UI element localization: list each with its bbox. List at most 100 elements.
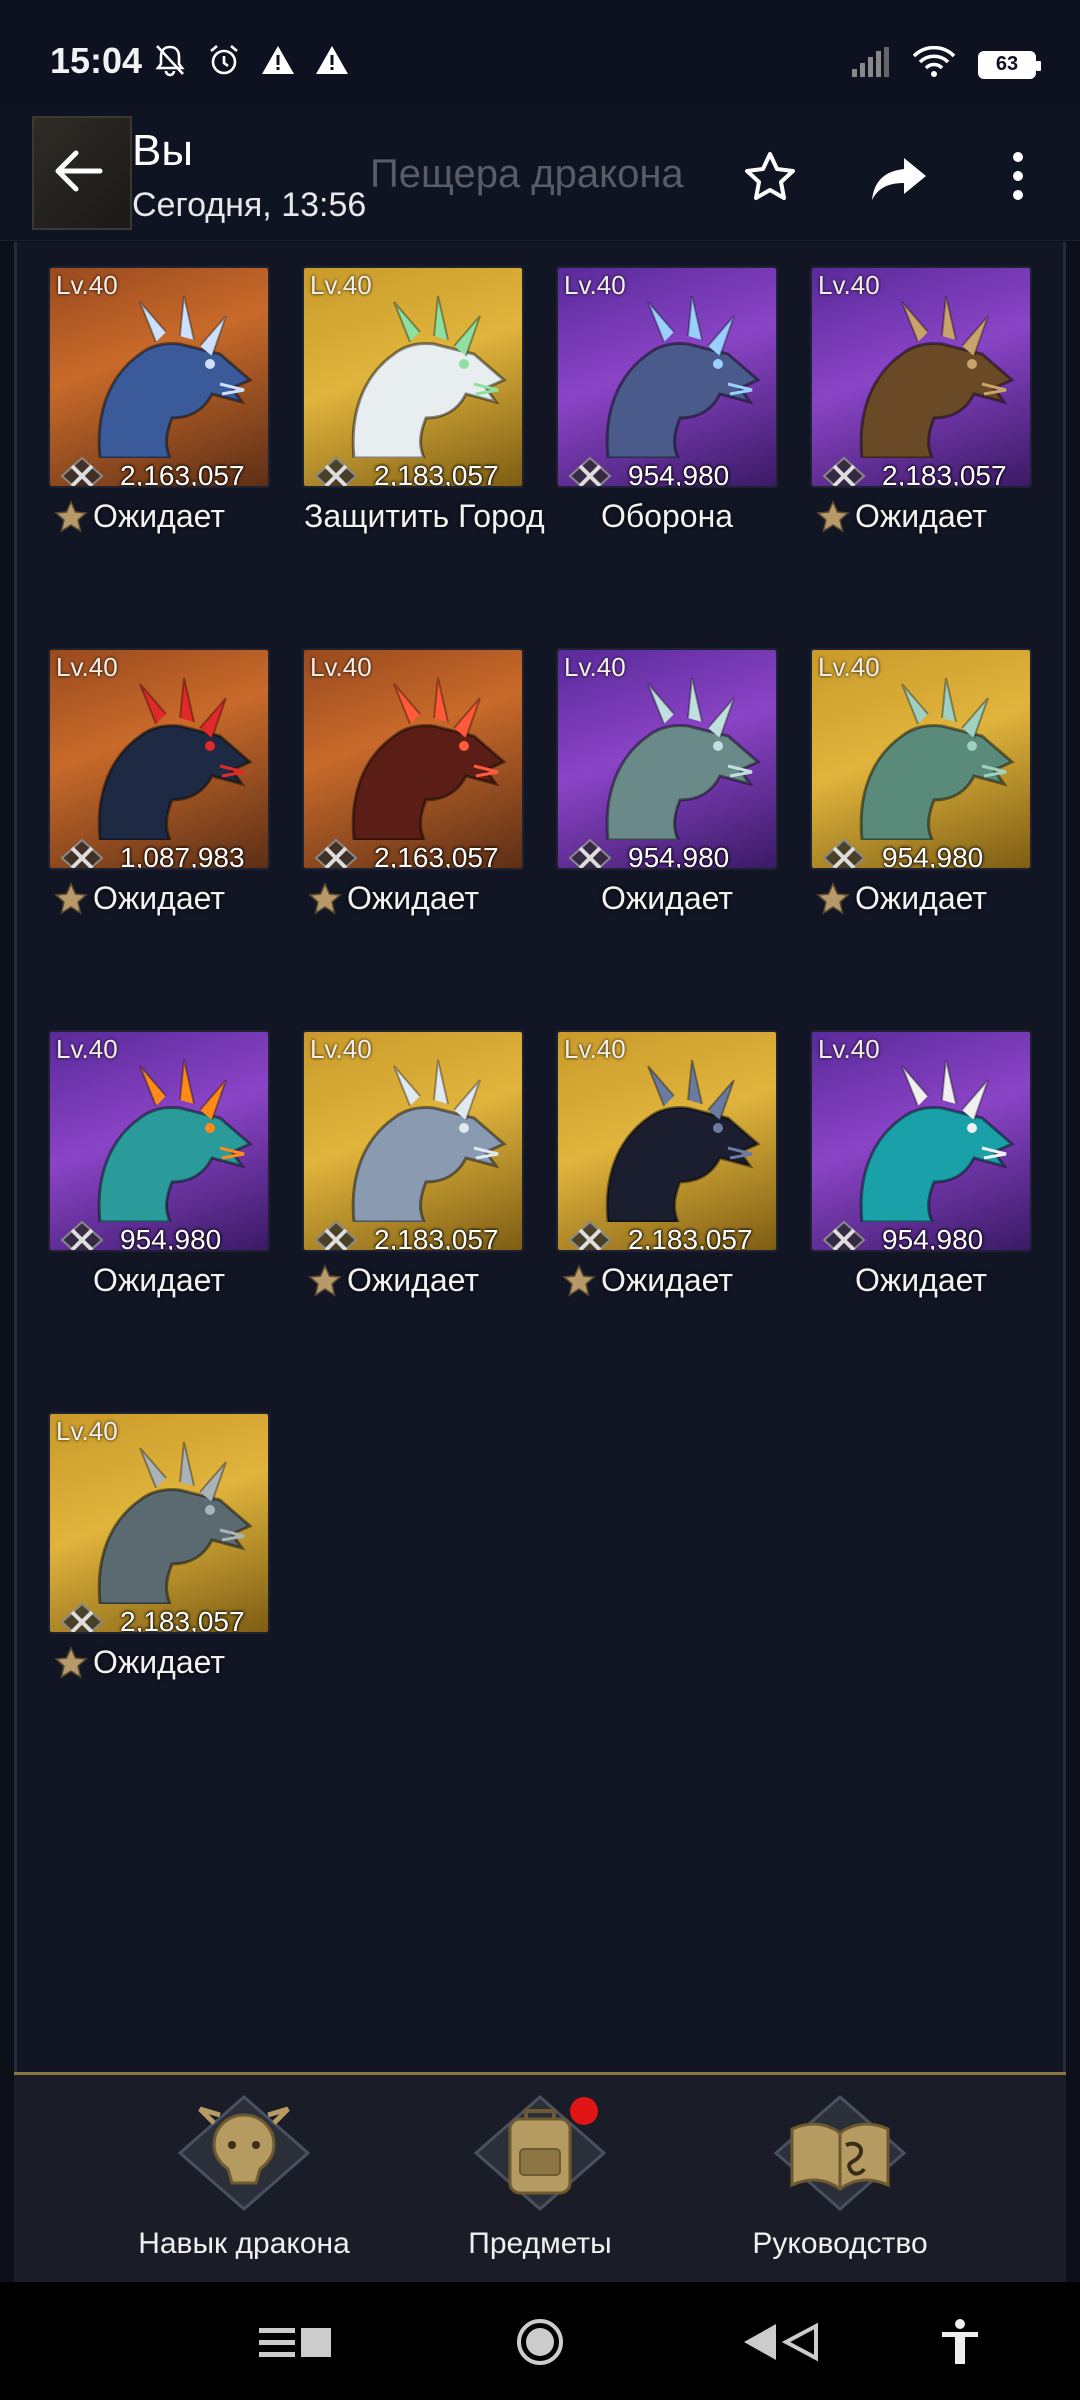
tab-guide[interactable]: Руководство	[710, 2093, 970, 2273]
status-icons-left	[152, 42, 350, 78]
dragon-power: 2,183,057	[812, 456, 1030, 486]
dragon-level: Lv.40	[56, 1034, 118, 1064]
dragon-portrait	[351, 295, 507, 458]
dragon-status: Ожидает	[600, 880, 734, 916]
dragon-level: Lv.40	[564, 1034, 626, 1064]
dragon-card[interactable]: Lv.40 2,163,057 Ожидает	[50, 268, 268, 540]
chat-subtitle: Сегодня, 13:56	[132, 186, 367, 224]
arrow-left-icon	[55, 150, 103, 192]
dragon-card[interactable]: Lv.40 954,980 Ожидает	[812, 1032, 1030, 1304]
dragon-card[interactable]: Lv.40 954,980 Ожидает	[558, 650, 776, 922]
dragon-card[interactable]: Lv.40 2,183,057 Ожидает	[304, 1032, 522, 1304]
tab-dragon-skill[interactable]: Навык дракона	[114, 2093, 374, 2273]
dragon-status-row: Ожидает	[812, 1258, 1030, 1304]
status-icons-right: 63	[850, 45, 1041, 83]
dragon-card[interactable]: Lv.40 2,183,057 Защитить Город	[304, 268, 545, 540]
notification-badge	[570, 2097, 598, 2125]
bottom-tab-bar: Навык дракона Предметы Руководство	[14, 2072, 1066, 2282]
dragon-card[interactable]: Lv.40 954,980 Оборона	[558, 268, 776, 540]
dragon-card[interactable]: Lv.40 2,183,057 Ожидает	[50, 1414, 268, 1686]
back-icon	[744, 2322, 818, 2362]
dragon-card[interactable]: Lv.40 2,163,057 Ожидает	[304, 650, 522, 922]
dragon-portrait	[97, 1059, 253, 1222]
recents-button[interactable]	[250, 2312, 340, 2372]
dragon-card-image: Lv.40 2,183,057	[304, 268, 522, 486]
dragon-status-row: Ожидает	[812, 876, 1030, 922]
dragon-power-value: 2,163,057	[374, 842, 499, 868]
dragon-power-value: 2,183,057	[882, 460, 1007, 486]
dragon-skill-icon	[174, 2093, 314, 2213]
dragon-status: Ожидает	[92, 1644, 226, 1680]
dragon-level: Lv.40	[564, 652, 626, 682]
dragon-status: Ожидает	[854, 498, 988, 534]
dragon-power-value: 2,183,057	[120, 1606, 245, 1632]
dragon-level: Lv.40	[818, 270, 880, 300]
dragon-portrait	[605, 677, 761, 840]
dragon-card-image: Lv.40 2,183,057	[812, 268, 1030, 486]
dragon-power: 954,980	[812, 1220, 1030, 1250]
home-icon	[517, 2319, 563, 2365]
dragon-power-value: 954,980	[120, 1224, 222, 1250]
accessibility-icon	[942, 2319, 978, 2364]
dragon-status-row: Ожидает	[304, 1258, 522, 1304]
tab-label: Руководство	[752, 2227, 928, 2260]
dragon-card[interactable]: Lv.40 1,087,983 Ожидает	[50, 650, 268, 922]
dragon-status-row: Ожидает	[50, 494, 268, 540]
crossed-swords-icon	[568, 456, 612, 486]
dragon-status-row: Оборона	[558, 494, 776, 540]
dragon-card[interactable]: Lv.40 954,980 Ожидает	[812, 650, 1030, 922]
back-button[interactable]	[28, 116, 128, 226]
dragon-status: Ожидает	[92, 1262, 226, 1298]
share-arrow-icon	[872, 158, 926, 200]
dragon-status-row: Ожидает	[304, 876, 522, 922]
dragon-power-value: 954,980	[882, 842, 984, 868]
dragon-power-value: 954,980	[882, 1224, 984, 1250]
more-menu-button[interactable]	[990, 146, 1046, 206]
dragon-card[interactable]: Lv.40 2,183,057 Ожидает	[812, 268, 1030, 540]
dragon-status: Ожидает	[600, 1262, 734, 1298]
dragon-status: Ожидает	[854, 1262, 988, 1298]
dragon-level: Lv.40	[310, 270, 372, 300]
star-button[interactable]	[740, 148, 800, 208]
guide-book-icon	[770, 2093, 910, 2213]
dragon-portrait	[859, 295, 1015, 458]
tab-items[interactable]: Предметы	[410, 2093, 670, 2273]
share-button[interactable]	[870, 152, 930, 208]
accessibility-button[interactable]	[930, 2312, 990, 2372]
dragon-power-value: 2,183,057	[628, 1224, 753, 1250]
dragon-power: 2,163,057	[50, 456, 268, 486]
dragon-level: Lv.40	[56, 270, 118, 300]
home-button[interactable]	[510, 2312, 570, 2372]
dragon-status: Ожидает	[92, 498, 226, 534]
dragon-status: Ожидает	[92, 880, 226, 916]
dragon-power: 2,183,057	[50, 1602, 268, 1632]
dragon-status: Оборона	[600, 498, 734, 534]
game-screen-title: Пещера дракона	[370, 152, 684, 196]
crossed-swords-icon	[60, 1220, 104, 1250]
dragon-power: 1,087,983	[50, 838, 268, 868]
dragon-card[interactable]: Lv.40 954,980 Ожидает	[50, 1032, 268, 1304]
more-dot-icon	[1013, 190, 1023, 200]
crossed-swords-icon	[314, 1220, 358, 1250]
back-nav-button[interactable]	[740, 2312, 820, 2372]
dragon-card[interactable]: Lv.40 2,183,057 Ожидает	[558, 1032, 776, 1304]
dragon-level: Lv.40	[310, 652, 372, 682]
dragon-card-image: Lv.40 954,980	[558, 650, 776, 868]
dragon-portrait	[351, 677, 507, 840]
chat-header: Вы Сегодня, 13:56 Пещера дракона	[0, 110, 1080, 241]
dragon-status: Ожидает	[346, 1262, 480, 1298]
dragon-status-row: Ожидает	[50, 876, 268, 922]
dragon-card-image: Lv.40 2,183,057	[304, 1032, 522, 1250]
dragon-level: Lv.40	[56, 652, 118, 682]
crossed-swords-icon	[822, 456, 866, 486]
dragon-power-value: 954,980	[628, 842, 730, 868]
dragon-card-image: Lv.40 954,980	[558, 268, 776, 486]
chat-title: Вы	[132, 126, 193, 175]
dragon-portrait	[97, 677, 253, 840]
dragon-card-image: Lv.40 954,980	[812, 1032, 1030, 1250]
status-time: 15:04	[50, 40, 143, 81]
dragon-status-row: Ожидает	[558, 1258, 776, 1304]
wifi-icon	[912, 45, 956, 83]
dragon-portrait	[97, 1441, 253, 1604]
dragon-power: 2,183,057	[558, 1220, 776, 1250]
